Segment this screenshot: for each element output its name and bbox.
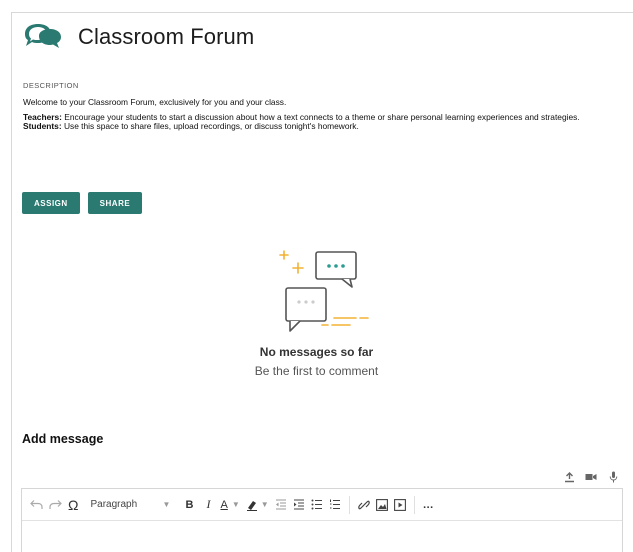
toolbar-divider [348, 495, 350, 514]
forum-header: Classroom Forum [22, 22, 254, 52]
numbered-list-icon[interactable] [329, 495, 341, 515]
add-message-heading: Add message [22, 432, 104, 446]
link-icon[interactable] [357, 495, 370, 515]
toolbar-divider [413, 495, 415, 514]
image-icon[interactable] [375, 495, 388, 515]
students-label: Students: [23, 121, 62, 132]
welcome-text: Welcome to your Classroom Forum, exclusi… [23, 97, 287, 107]
teachers-label: Teachers: [23, 111, 62, 122]
highlight-color-icon[interactable]: ▼ [246, 495, 269, 515]
outdent-icon[interactable] [275, 495, 287, 515]
special-character-icon[interactable]: Ω [68, 495, 78, 515]
upload-icon[interactable] [563, 471, 575, 483]
microphone-icon[interactable] [607, 471, 619, 483]
page-title: Classroom Forum [78, 24, 255, 49]
paragraph-format-select[interactable]: Paragraph ▼ [84, 495, 176, 515]
video-camera-icon[interactable] [585, 471, 597, 483]
more-options-icon[interactable]: … [423, 495, 435, 515]
share-button[interactable]: SHARE [87, 192, 143, 214]
empty-chat-illustration-icon [276, 246, 376, 336]
assign-button[interactable]: ASSIGN [22, 192, 80, 214]
editor-toolbar: Ω Paragraph ▼ B I A ▼ ▼ … [22, 489, 622, 521]
paragraph-select-value: Paragraph [90, 499, 138, 510]
redo-icon[interactable] [49, 495, 62, 515]
media-tools [563, 471, 619, 483]
empty-state-subtitle: Be the first to comment [254, 364, 379, 378]
students-paragraph: Students: Use this space to share files,… [23, 121, 613, 132]
bullet-list-icon[interactable] [311, 495, 323, 515]
indent-icon[interactable] [293, 495, 305, 515]
students-text: Use this space to share files, upload re… [61, 121, 359, 132]
description-label: DESCRIPTION [23, 81, 79, 90]
media-embed-icon[interactable] [393, 495, 406, 515]
chevron-down-icon: ▼ [162, 500, 171, 509]
undo-icon[interactable] [30, 495, 43, 515]
italic-icon[interactable]: I [202, 495, 214, 515]
action-buttons: ASSIGN SHARE [22, 192, 143, 214]
description-body: Welcome to your Classroom Forum, exclusi… [23, 97, 613, 132]
bold-icon[interactable]: B [182, 495, 196, 515]
teachers-text: Encourage your students to start a discu… [61, 111, 580, 122]
chat-bubbles-icon [22, 22, 66, 52]
empty-state-title: No messages so far [259, 345, 374, 359]
message-editor: Ω Paragraph ▼ B I A ▼ ▼ … [21, 488, 623, 552]
text-color-icon[interactable]: A ▼ [220, 495, 239, 515]
